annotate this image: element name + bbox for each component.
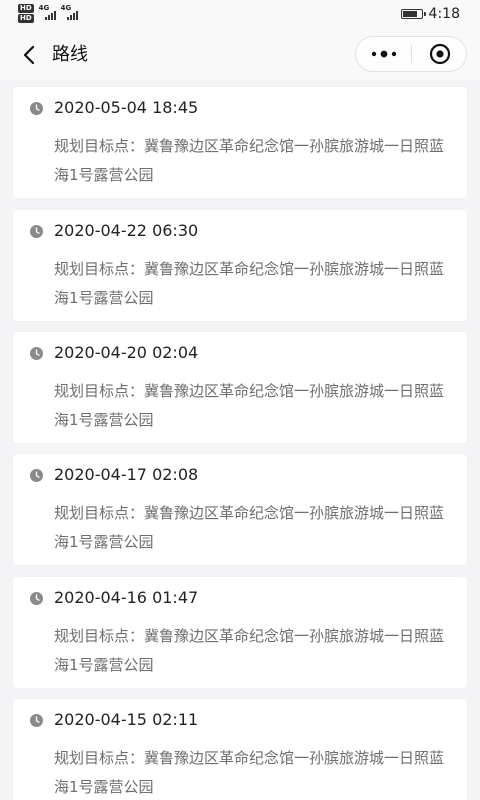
hd-badge: HD xyxy=(18,4,34,13)
network-type-label: 4G xyxy=(60,4,72,12)
hd-badges: HD HD xyxy=(18,4,34,23)
mini-program-capsule xyxy=(355,36,467,72)
route-description: 规划目标点：冀鲁豫边区革命纪念馆一孙膑旅游城一日照蓝海1号露营公园 xyxy=(54,382,445,429)
network-type-label: 4G xyxy=(38,4,50,12)
network-indicators: HD HD 4G 4G xyxy=(18,4,78,23)
navigation-bar: 路线 xyxy=(0,30,480,80)
route-time: 2020-04-16 01:47 xyxy=(54,588,199,607)
target-circle-icon xyxy=(429,43,450,65)
chevron-left-icon xyxy=(23,45,35,65)
route-card[interactable]: 2020-05-04 18:45 规划目标点：冀鲁豫边区革命纪念馆一孙膑旅游城一… xyxy=(13,87,467,198)
route-list: 2020-05-04 18:45 规划目标点：冀鲁豫边区革命纪念馆一孙膑旅游城一… xyxy=(0,80,480,800)
route-card[interactable]: 2020-04-16 01:47 规划目标点：冀鲁豫边区革命纪念馆一孙膑旅游城一… xyxy=(13,577,467,688)
back-button[interactable] xyxy=(14,40,44,70)
clock-icon xyxy=(30,592,43,605)
clock-icon xyxy=(30,225,43,238)
route-card[interactable]: 2020-04-20 02:04 规划目标点：冀鲁豫边区革命纪念馆一孙膑旅游城一… xyxy=(13,332,467,443)
page-title: 路线 xyxy=(52,44,88,65)
route-description: 规划目标点：冀鲁豫边区革命纪念馆一孙膑旅游城一日照蓝海1号露营公园 xyxy=(54,627,445,674)
clock-icon xyxy=(30,347,43,360)
route-description: 规划目标点：冀鲁豫边区革命纪念馆一孙膑旅游城一日照蓝海1号露营公园 xyxy=(54,137,445,184)
route-card[interactable]: 2020-04-17 02:08 规划目标点：冀鲁豫边区革命纪念馆一孙膑旅游城一… xyxy=(13,454,467,565)
route-card[interactable]: 2020-04-22 06:30 规划目标点：冀鲁豫边区革命纪念馆一孙膑旅游城一… xyxy=(13,210,467,321)
clock-icon xyxy=(30,469,43,482)
route-description: 规划目标点：冀鲁豫边区革命纪念馆一孙膑旅游城一日照蓝海1号露营公园 xyxy=(54,504,445,551)
route-time: 2020-05-04 18:45 xyxy=(54,98,199,117)
status-bar: HD HD 4G 4G 4:18 xyxy=(0,0,480,30)
route-time: 2020-04-22 06:30 xyxy=(54,221,199,240)
more-button[interactable] xyxy=(356,37,411,71)
battery-icon xyxy=(400,9,426,19)
hd-badge: HD xyxy=(18,14,34,23)
route-description: 规划目标点：冀鲁豫边区革命纪念馆一孙膑旅游城一日照蓝海1号露营公园 xyxy=(54,260,445,307)
status-time: 4:18 xyxy=(428,6,460,22)
route-description: 规划目标点：冀鲁豫边区革命纪念馆一孙膑旅游城一日照蓝海1号露营公园 xyxy=(54,749,445,796)
clock-icon xyxy=(30,102,43,115)
route-time: 2020-04-20 02:04 xyxy=(54,343,199,362)
more-dots-icon xyxy=(371,50,396,58)
signal-icon: 4G xyxy=(39,4,56,20)
battery-level-fill xyxy=(402,11,417,17)
close-button[interactable] xyxy=(412,37,467,71)
route-time: 2020-04-15 02:11 xyxy=(54,710,199,729)
clock-icon xyxy=(30,714,43,727)
route-time: 2020-04-17 02:08 xyxy=(54,465,199,484)
route-card[interactable]: 2020-04-15 02:11 规划目标点：冀鲁豫边区革命纪念馆一孙膑旅游城一… xyxy=(13,699,467,800)
signal-icon: 4G xyxy=(61,4,78,20)
